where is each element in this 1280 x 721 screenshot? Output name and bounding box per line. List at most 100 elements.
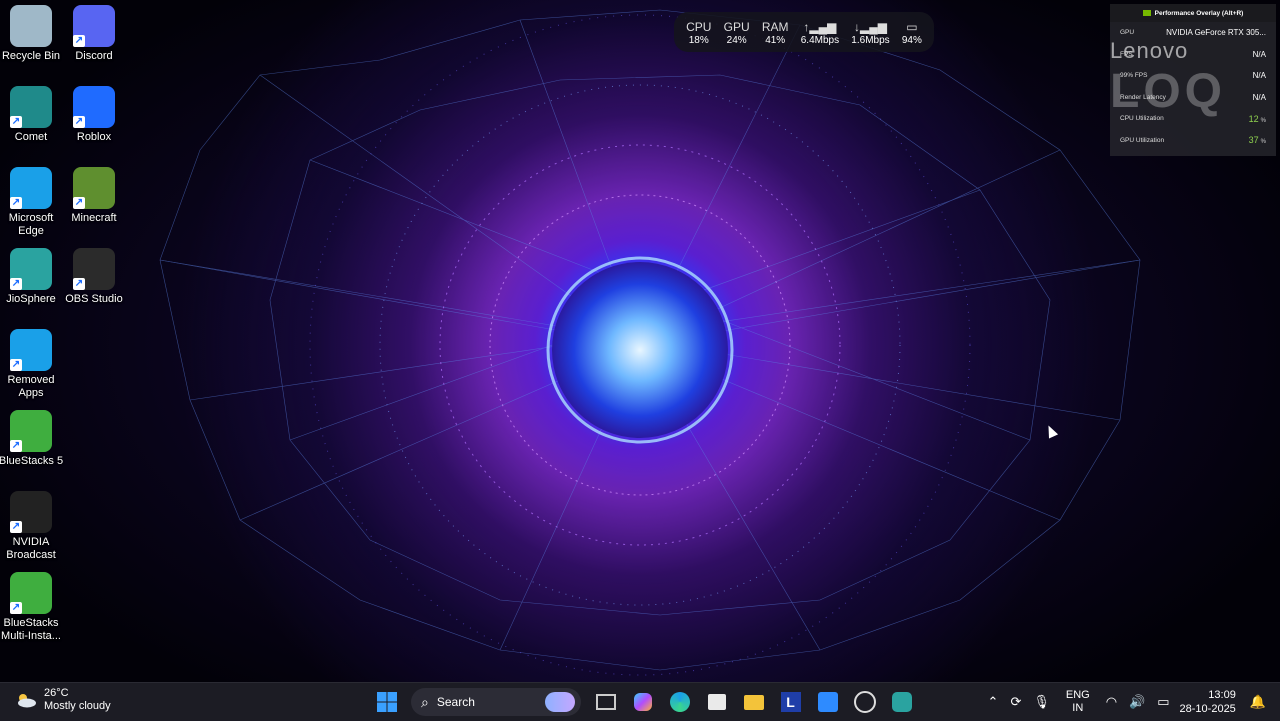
- region-code: IN: [1072, 702, 1084, 714]
- lenovo-vantage-button[interactable]: L: [776, 687, 806, 717]
- perf-row: Render Latency N/A: [1110, 87, 1276, 109]
- desktop-icon-label: Comet: [14, 131, 48, 143]
- perf-row-unit: %: [1260, 117, 1266, 124]
- perf-row: 99% FPS N/A: [1110, 65, 1276, 87]
- task-view-button[interactable]: [591, 687, 621, 717]
- copilot-button[interactable]: [628, 687, 658, 717]
- desktop-icon-label: Removed Apps: [7, 374, 55, 399]
- clock-time: 13:09: [1208, 689, 1236, 701]
- perf-row-value-number: N/A: [1252, 49, 1266, 59]
- nvidia-icon: [1142, 10, 1151, 16]
- roblox-icon: ↗: [73, 86, 115, 128]
- desktop-icon-bluestacks-multi-insta[interactable]: ↗ BlueStacks Multi-Insta...: [0, 572, 62, 643]
- perf-row-label: 99% FPS: [1120, 72, 1148, 80]
- taskbar: 26°C Mostly cloudy ⌕ Search L ⌃ ⟳ 🎙 ENG …: [0, 682, 1280, 721]
- shortcut-arrow-icon: ↗: [10, 521, 22, 533]
- desktop-icon-label: Recycle Bin: [1, 50, 61, 62]
- file-explorer-button[interactable]: [739, 687, 769, 717]
- desktop-icon-roblox[interactable]: ↗ Roblox: [63, 86, 125, 144]
- volume-icon[interactable]: 🔊: [1129, 694, 1145, 710]
- perf-row-value-number: N/A: [1252, 92, 1266, 102]
- perf-row-value: N/A: [1253, 93, 1266, 102]
- weather-temp: 26°C: [44, 687, 69, 699]
- battery-value: 94%: [901, 34, 922, 46]
- desktop-icon-nvidia-broadcast[interactable]: ↗ NVIDIA Broadcast: [0, 491, 62, 562]
- desktop-icon-recycle-bin[interactable]: Recycle Bin: [0, 5, 62, 63]
- desktop-icon-label: BlueStacks Multi-Insta...: [1, 617, 61, 642]
- download-value: 1.6Mbps: [851, 34, 890, 46]
- desktop-icon-label: JioSphere: [6, 293, 56, 305]
- shortcut-arrow-icon: ↗: [73, 116, 85, 128]
- comet-icon: ↗: [10, 86, 52, 128]
- shortcut-arrow-icon: ↗: [10, 278, 22, 290]
- minecraft-icon: ↗: [73, 167, 115, 209]
- clock[interactable]: 13:09 28-10-2025: [1180, 688, 1236, 716]
- shortcut-arrow-icon: ↗: [73, 278, 85, 290]
- perf-row-label: GPU: [1120, 29, 1135, 37]
- taskbar-apps: ⌕ Search L: [368, 687, 920, 717]
- desktop-icon-microsoft-edge[interactable]: ↗ Microsoft Edge: [0, 167, 62, 238]
- search-box[interactable]: ⌕ Search: [411, 688, 581, 716]
- weather-widget[interactable]: 26°C Mostly cloudy: [14, 687, 111, 713]
- perf-row: CPU Utilization 12%: [1110, 108, 1276, 130]
- download-stat: ↓▂▄▆ 1.6Mbps: [851, 19, 889, 46]
- battery-stat: ▭ 94%: [902, 19, 922, 46]
- obs-taskbar-button[interactable]: [850, 687, 880, 717]
- perf-row-value-number: 37: [1248, 135, 1259, 146]
- edge-icon: ↗: [10, 167, 52, 209]
- battery-icon: ▭: [906, 19, 918, 34]
- desktop-icon-minecraft[interactable]: ↗ Minecraft: [63, 167, 125, 225]
- shortcut-arrow-icon: ↗: [73, 35, 85, 47]
- search-highlight-icon: [545, 692, 575, 712]
- perf-row-unit: %: [1260, 139, 1266, 146]
- weather-desc: Mostly cloudy: [44, 700, 111, 712]
- cpu-stat: CPU 18%: [686, 19, 711, 46]
- perf-row-value: 12%: [1249, 114, 1266, 124]
- desktop-icon-label: Minecraft: [71, 212, 117, 224]
- search-placeholder: Search: [436, 695, 475, 709]
- perf-row-label: FPS: [1120, 50, 1133, 58]
- desktop-icon-removed-apps[interactable]: ↗ Removed Apps: [0, 329, 62, 400]
- perf-overlay-title-text: Performance Overlay (Alt+R): [1154, 9, 1244, 17]
- desktop-icon-comet[interactable]: ↗ Comet: [0, 86, 62, 144]
- microphone-icon[interactable]: 🎙: [1033, 694, 1050, 710]
- windows-icon: [376, 692, 397, 712]
- desktop-icon-discord[interactable]: ↗ Discord: [63, 5, 125, 63]
- performance-overlay[interactable]: Performance Overlay (Alt+R) Lenovo LOQ G…: [1110, 4, 1276, 156]
- app-a-icon: [817, 692, 838, 712]
- desktop-icon-bluestacks-5[interactable]: ↗ BlueStacks 5: [0, 410, 63, 468]
- battery-icon[interactable]: ▭: [1157, 694, 1169, 710]
- download-icon: ↓▂▄▆: [853, 19, 887, 34]
- perf-row-label: CPU Utilization: [1120, 115, 1164, 123]
- system-tray: ⌃ ⟳ 🎙 ENG IN ◠ 🔊 ▭ 13:09 28-10-2025 🔔: [982, 683, 1272, 721]
- edge-icon: ↗: [10, 329, 52, 371]
- app-taskbar-button[interactable]: [813, 687, 843, 717]
- desktop-wallpaper: [159, 9, 1141, 676]
- store-taskbar-button[interactable]: [702, 687, 732, 717]
- chevron-up-icon[interactable]: ⌃: [988, 694, 999, 710]
- language-indicator[interactable]: ENG IN: [1066, 689, 1090, 715]
- recycle-bin-icon: [10, 5, 52, 47]
- obs-icon: [853, 691, 876, 713]
- upload-value: 6.4Mbps: [800, 34, 840, 46]
- desktop-icon-label: NVIDIA Broadcast: [6, 536, 56, 561]
- gpu-value: 24%: [726, 34, 747, 46]
- perf-row: GPU NVIDIA GeForce RTX 305...: [1110, 22, 1276, 44]
- desktop-icon-label: Microsoft Edge: [8, 212, 54, 237]
- perf-row-label: Render Latency: [1120, 93, 1166, 101]
- bluestacks-multi-icon: ↗: [10, 572, 52, 614]
- wifi-icon[interactable]: ◠: [1106, 694, 1117, 710]
- edge-taskbar-button[interactable]: [665, 687, 695, 717]
- notifications-icon[interactable]: 🔔: [1250, 694, 1266, 710]
- start-button[interactable]: [372, 687, 402, 717]
- gpu-label: GPU: [723, 19, 750, 34]
- gpu-stat: GPU 24%: [724, 19, 750, 46]
- desktop-icon-obs-studio[interactable]: ↗ OBS Studio: [63, 248, 125, 306]
- perf-row-value-number: 12: [1248, 113, 1259, 124]
- system-stats-widget[interactable]: CPU 18% GPU 24% RAM 41% ↑▂▄▆ 6.4Mbps ↓▂▄…: [674, 12, 934, 52]
- jiosphere-taskbar-button[interactable]: [887, 687, 917, 717]
- desktop-icon-jiosphere[interactable]: ↗ JioSphere: [0, 248, 62, 306]
- sync-icon[interactable]: ⟳: [1010, 694, 1021, 710]
- cpu-label: CPU: [686, 19, 712, 34]
- perf-row-value: NVIDIA GeForce RTX 305...: [1166, 28, 1266, 37]
